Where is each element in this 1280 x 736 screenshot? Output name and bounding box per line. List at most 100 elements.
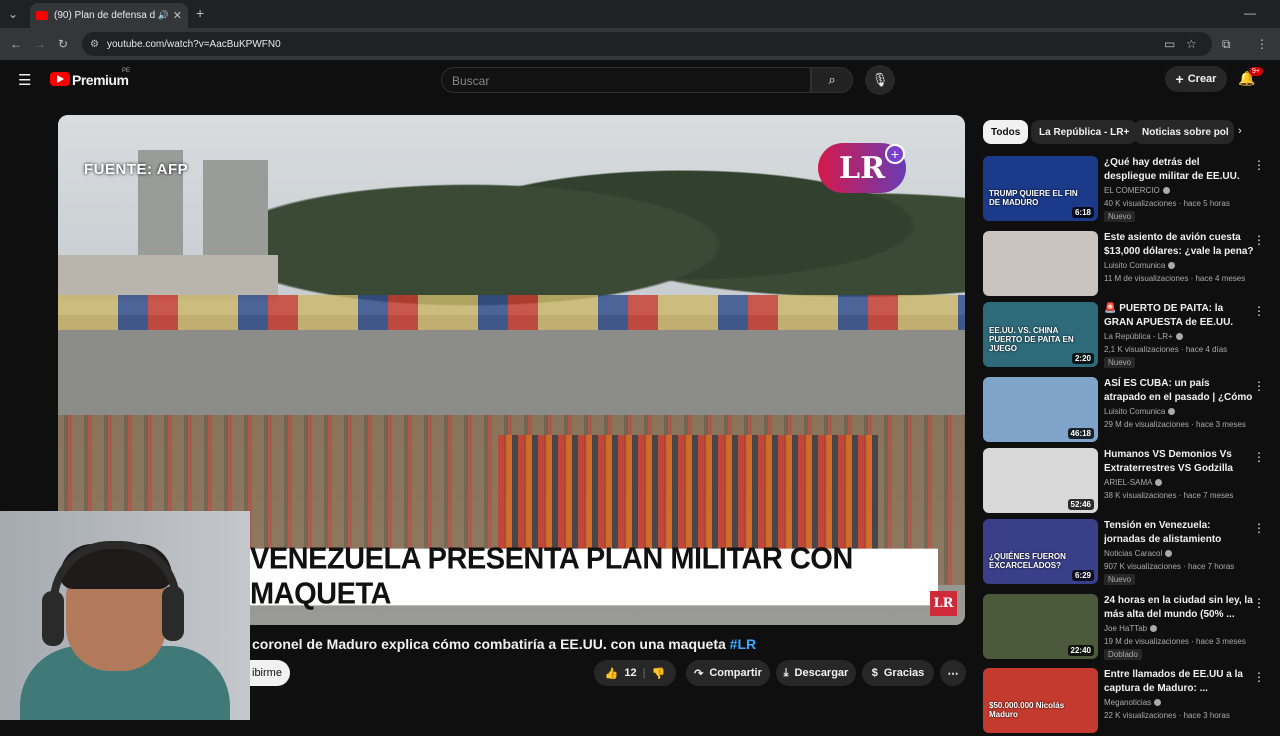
recommendation-meta: 29 M de visualizaciones · hace 3 meses [1104,420,1246,429]
share-label: Compartir [709,667,762,679]
address-bar-row: ← → ↻ ⚙ youtube.com/watch?v=AacBuKPWFN0 … [0,28,1280,60]
close-tab-icon[interactable]: ✕ [173,9,182,22]
more-actions-button[interactable]: ⋯ [940,660,966,686]
recommendation-channel[interactable]: Joe HaTTab [1104,624,1158,633]
recommendation-badge: Doblado [1104,649,1142,660]
more-options-icon[interactable]: ⋮ [1253,379,1265,393]
new-tab-icon[interactable]: + [196,6,204,20]
video-title-hashtag[interactable]: #LR [730,636,756,652]
recommendation-meta: 22 K visualizaciones · hace 3 horas [1104,711,1230,720]
channel-name: Luisito Comunica [1104,261,1166,270]
recommendation-title[interactable]: 🚨 PUERTO DE PAITA: la GRAN APUESTA de EE… [1104,302,1254,330]
verified-icon [1168,262,1176,270]
browser-tab[interactable]: (90) Plan de defensa de Ven 🔊 ✕ [30,3,188,28]
video-title: coronel de Maduro explica cómo combatirí… [252,636,756,652]
recommendation-thumbnail[interactable]: 22:40 [983,594,1098,659]
recommendation-thumbnail[interactable]: TRUMP QUIERE EL FIN DE MADURO 6:18 [983,156,1098,221]
recommendation-item[interactable]: $50.000.000 Nicolás Maduro Entre llamados… [983,668,1273,736]
recommendation-channel[interactable]: Meganoticias [1104,698,1162,707]
recommendation-title[interactable]: 24 horas en la ciudad sin ley, la más al… [1104,594,1254,622]
recommendation-thumbnail[interactable]: 46:18 [983,377,1098,442]
hamburger-menu-icon[interactable]: ☰ [18,71,31,89]
more-options-icon[interactable]: ⋮ [1253,670,1265,684]
create-label: Crear [1187,73,1217,85]
recommendation-title[interactable]: Tensión en Venezuela: jornadas de alista… [1104,519,1254,547]
youtube-logo-icon[interactable] [50,72,70,86]
source-overlay: FUENTE: AFP [84,161,189,178]
dislike-icon[interactable]: 👎 [652,667,666,680]
recommendation-title[interactable]: ASÍ ES CUBA: un país atrapado en el pasa… [1104,377,1254,405]
voice-search-button[interactable]: 🎙 [865,65,895,95]
more-options-icon[interactable]: ⋮ [1253,158,1265,172]
verified-icon [1175,333,1183,341]
site-info-icon[interactable]: ⚙ [90,39,99,50]
more-options-icon[interactable]: ⋮ [1253,450,1265,464]
minimize-icon[interactable]: — [1244,6,1256,20]
share-button[interactable]: ↷ Compartir [686,660,770,686]
video-headline-banner: VENEZUELA PRESENTA PLAN MILITAR CON MAQU… [248,542,938,611]
cast-icon[interactable]: ▭ [1164,37,1175,51]
more-options-icon[interactable]: ⋮ [1253,304,1265,318]
video-frame-crowd [498,435,878,555]
tab-search-icon[interactable]: ⌄ [8,7,18,21]
channel-name: Meganoticias [1104,698,1152,707]
chrome-menu-icon[interactable]: ⋮ [1256,37,1268,51]
chip-noticias[interactable]: Noticias sobre pol [1134,120,1234,144]
recommendation-item[interactable]: TRUMP QUIERE EL FIN DE MADURO 6:18 ¿Qué ha… [983,156,1273,224]
download-button[interactable]: ⤓ Descargar [776,660,856,686]
channel-name: EL COMERCIO [1104,186,1160,195]
logo-text[interactable]: Premium [72,72,129,88]
duration-badge: 52:46 [1067,499,1094,510]
more-options-icon[interactable]: ⋮ [1253,521,1265,535]
extensions-icon[interactable]: ⧉ [1222,37,1231,51]
recommendation-thumbnail[interactable] [983,231,1098,296]
url-field[interactable]: ⚙ youtube.com/watch?v=AacBuKPWFN0 [82,32,1212,56]
headphones-icon [50,541,180,601]
forward-icon[interactable]: → [34,37,46,51]
download-label: Descargar [794,667,849,679]
recommendation-item[interactable]: 46:18 ASÍ ES CUBA: un país atrapado en el… [983,377,1273,445]
recommendation-item[interactable]: Este asiento de avión cuesta $13,000 dól… [983,231,1273,299]
chip-all[interactable]: Todos [983,120,1029,144]
recommendation-channel[interactable]: Noticias Caracol [1104,549,1173,558]
recommendation-item[interactable]: 52:46 Humanos VS Demonios Vs Extraterrest… [983,448,1273,516]
like-icon[interactable]: 👍 [605,667,619,680]
recommendation-title[interactable]: Este asiento de avión cuesta $13,000 dól… [1104,231,1254,259]
search-button[interactable]: ⌕ [811,67,853,93]
thanks-button[interactable]: $ Gracias [862,660,934,686]
recommendation-channel[interactable]: ARIEL-SAMA [1104,478,1163,487]
recommendation-title[interactable]: Entre llamados de EE.UU a la captura de … [1104,668,1254,696]
recommendation-title[interactable]: ¿Qué hay detrás del despliegue militar d… [1104,156,1254,184]
share-icon: ↷ [694,667,704,680]
recommendation-title[interactable]: Humanos VS Demonios Vs Extraterrestres V… [1104,448,1254,476]
back-icon[interactable]: ← [10,37,22,51]
create-button[interactable]: + Crear [1165,66,1227,92]
chevron-right-icon[interactable]: › [1238,125,1242,137]
subscribe-button[interactable]: ibirme [250,660,290,686]
recommendation-thumbnail[interactable]: EE.UU. VS. CHINA PUERTO DE PAITA EN JUEG… [983,302,1098,367]
recommendation-thumbnail[interactable]: ¿QUIÉNES FUERON EXCARCELADOS? 6:29 [983,519,1098,584]
more-options-icon[interactable]: ⋮ [1253,233,1265,247]
duration-badge: 46:18 [1067,428,1094,439]
channel-name: Noticias Caracol [1104,549,1163,558]
recommendation-channel[interactable]: EL COMERCIO [1104,186,1170,195]
recommendation-item[interactable]: ¿QUIÉNES FUERON EXCARCELADOS? 6:29 Tensión… [983,519,1273,587]
search-input[interactable]: Buscar [441,67,811,93]
recommendation-item[interactable]: 22:40 24 horas en la ciudad sin ley, la m… [983,594,1273,662]
thumbnail-caption: ¿QUIÉNES FUERON EXCARCELADOS? [989,552,1066,570]
recommendation-channel[interactable]: Luisito Comunica [1104,261,1176,270]
recommendation-channel[interactable]: La República - LR+ [1104,332,1183,341]
tab-title: (90) Plan de defensa de Ven [54,10,155,21]
bookmark-star-icon[interactable]: ☆ [1186,37,1197,51]
duration-badge: 6:29 [1071,570,1094,581]
speaker-icon[interactable]: 🔊 [158,10,169,21]
more-options-icon[interactable]: ⋮ [1253,596,1265,610]
recommendation-channel[interactable]: Luisito Comunica [1104,407,1176,416]
reload-icon[interactable]: ↻ [58,37,68,51]
chip-la-republica[interactable]: La República - LR+ [1031,120,1138,144]
recommendation-thumbnail[interactable]: $50.000.000 Nicolás Maduro [983,668,1098,733]
recommendation-meta: 907 K visualizaciones · hace 7 horas [1104,562,1235,571]
like-count[interactable]: 12 [624,667,636,679]
recommendation-thumbnail[interactable]: 52:46 [983,448,1098,513]
recommendation-item[interactable]: EE.UU. VS. CHINA PUERTO DE PAITA EN JUEG… [983,302,1273,370]
